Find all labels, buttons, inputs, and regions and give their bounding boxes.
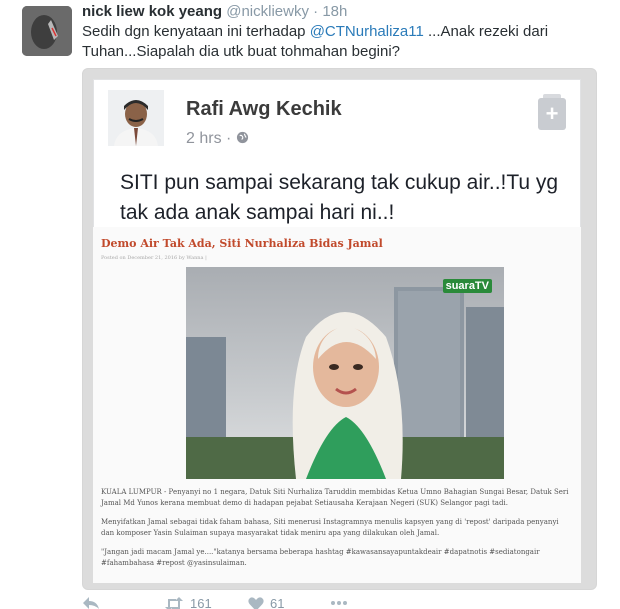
article-paragraph-1: KUALA LUMPUR - Penyanyi no 1 negara, Dat… [101, 488, 569, 507]
avatar-image [22, 6, 72, 56]
like-button[interactable]: 61 [248, 596, 284, 609]
article-photo: suaraTV [186, 267, 504, 479]
fb-author-avatar [108, 90, 164, 146]
article-paragraph-2: Menyifatkan Jamal sebagai tidak faham ba… [101, 518, 559, 537]
fb-post-time: 2 hrs [186, 130, 222, 147]
article-date-line: Posted on December 21, 2016 by Wanna | [101, 255, 207, 261]
mention-link[interactable]: @CTNurhaliza11 [310, 23, 424, 40]
reply-button[interactable] [82, 596, 100, 609]
fb-meta-separator: · [226, 130, 232, 147]
tweet-actions: 161 61 [82, 596, 602, 609]
header-separator: · [313, 3, 319, 20]
add-icon: + [538, 94, 566, 130]
news-article-screenshot: Demo Air Tak Ada, Siti Nurhaliza Bidas J… [93, 227, 581, 583]
author-name[interactable]: nick liew kok yeang [82, 3, 222, 20]
fb-post-meta: 2 hrs · [186, 130, 249, 148]
tweet-text: Sedih dgn kenyataan ini terhadap @CTNurh… [82, 22, 602, 62]
author-handle[interactable]: @nickliewky [226, 3, 309, 20]
tv-logo: suaraTV [442, 279, 492, 293]
tweet-text-part-1: Sedih dgn kenyataan ini terhadap [82, 23, 310, 40]
article-title: Demo Air Tak Ada, Siti Nurhaliza Bidas J… [101, 237, 383, 250]
tweet-header: nick liew kok yeang @nickliewky · 18h [82, 3, 347, 20]
more-button[interactable] [330, 596, 348, 609]
more-icon [331, 601, 347, 605]
retweet-button[interactable]: 161 [164, 596, 212, 609]
tweet-time[interactable]: 18h [322, 3, 347, 20]
globe-icon [236, 131, 248, 144]
like-count: 61 [270, 596, 285, 609]
tweet-author-avatar[interactable] [22, 6, 72, 56]
fb-author-name: Rafi Awg Kechik [186, 98, 342, 120]
reply-icon [83, 597, 99, 609]
fb-post-text: SITI pun sampai sekarang tak cukup air..… [120, 171, 559, 224]
retweet-count: 161 [190, 596, 212, 609]
tweet-media-image[interactable]: Rafi Awg Kechik 2 hrs · + SITI pun sampa… [82, 68, 597, 590]
retweet-icon [165, 596, 183, 609]
person-avatar-image [108, 90, 164, 146]
article-paragraph-3: "Jangan jadi macam Jamal ye...."katanya … [101, 548, 540, 567]
photo-illustration [186, 287, 504, 479]
heart-icon [248, 596, 264, 609]
